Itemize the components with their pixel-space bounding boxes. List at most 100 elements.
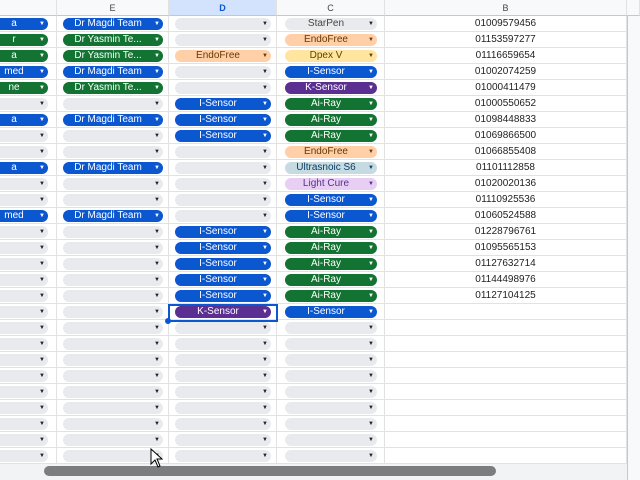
dropdown-chip[interactable]: ▼ — [0, 258, 48, 270]
cell-e[interactable]: ▼ — [57, 288, 169, 304]
cell-f[interactable]: ▼ — [0, 352, 57, 368]
dropdown-arrow-icon[interactable]: ▼ — [368, 34, 374, 46]
dropdown-arrow-icon[interactable]: ▼ — [39, 82, 45, 94]
cell-d[interactable]: ▼ — [169, 448, 277, 464]
cell-c[interactable]: Ai-Ray ▼ — [277, 224, 385, 240]
dropdown-arrow-icon[interactable]: ▼ — [368, 338, 374, 350]
cell-e[interactable]: ▼ — [57, 272, 169, 288]
cell-b[interactable]: 01127104125 — [385, 288, 627, 304]
dropdown-arrow-icon[interactable]: ▼ — [368, 50, 374, 62]
dropdown-chip[interactable]: K-Sensor ▼ — [285, 82, 377, 94]
cell-f[interactable]: ▼ — [0, 368, 57, 384]
cell-d[interactable]: ▼ — [169, 32, 277, 48]
dropdown-chip[interactable]: ▼ — [0, 322, 48, 334]
dropdown-arrow-icon[interactable]: ▼ — [368, 226, 374, 238]
cell-d[interactable]: ▼ — [169, 432, 277, 448]
dropdown-chip[interactable]: ▼ — [175, 34, 271, 46]
cell-b[interactable] — [385, 320, 627, 336]
dropdown-arrow-icon[interactable]: ▼ — [262, 258, 268, 270]
cell-d[interactable]: I-Sensor ▼ — [169, 288, 277, 304]
cell-e[interactable]: Dr Yasmin Te... ▼ — [57, 32, 169, 48]
cell-f[interactable]: a ▼ — [0, 112, 57, 128]
cell-e[interactable]: Dr Magdi Team ▼ — [57, 160, 169, 176]
dropdown-chip[interactable]: ▼ — [0, 338, 48, 350]
dropdown-chip[interactable]: ▼ — [63, 242, 163, 254]
dropdown-arrow-icon[interactable]: ▼ — [154, 370, 160, 382]
dropdown-chip[interactable]: ▼ — [63, 434, 163, 446]
dropdown-chip[interactable]: a ▼ — [0, 18, 48, 30]
dropdown-arrow-icon[interactable]: ▼ — [262, 274, 268, 286]
dropdown-arrow-icon[interactable]: ▼ — [154, 98, 160, 110]
dropdown-arrow-icon[interactable]: ▼ — [262, 50, 268, 62]
dropdown-arrow-icon[interactable]: ▼ — [262, 98, 268, 110]
dropdown-arrow-icon[interactable]: ▼ — [39, 242, 45, 254]
cell-c[interactable]: I-Sensor ▼ — [277, 64, 385, 80]
cell-b[interactable]: 01060524588 — [385, 208, 627, 224]
dropdown-arrow-icon[interactable]: ▼ — [154, 66, 160, 78]
cell-d[interactable]: ▼ — [169, 176, 277, 192]
cell-f[interactable]: a ▼ — [0, 16, 57, 32]
cell-b[interactable]: 01095565153 — [385, 240, 627, 256]
cell-b[interactable]: 01020020136 — [385, 176, 627, 192]
dropdown-chip[interactable]: ▼ — [63, 386, 163, 398]
cell-e[interactable]: ▼ — [57, 304, 169, 320]
cell-e[interactable]: Dr Yasmin Te... ▼ — [57, 48, 169, 64]
dropdown-chip[interactable]: ▼ — [285, 450, 377, 462]
dropdown-chip[interactable]: ▼ — [63, 194, 163, 206]
cell-b[interactable]: 01000411479 — [385, 80, 627, 96]
dropdown-arrow-icon[interactable]: ▼ — [154, 434, 160, 446]
dropdown-chip[interactable]: ▼ — [0, 354, 48, 366]
dropdown-chip[interactable]: ▼ — [175, 370, 271, 382]
cell-c[interactable]: K-Sensor ▼ — [277, 80, 385, 96]
dropdown-arrow-icon[interactable]: ▼ — [262, 162, 268, 174]
dropdown-chip[interactable]: ▼ — [0, 242, 48, 254]
cell-b[interactable] — [385, 352, 627, 368]
cell-b[interactable]: 01002074259 — [385, 64, 627, 80]
dropdown-chip[interactable]: ▼ — [63, 178, 163, 190]
dropdown-chip[interactable]: I-Sensor ▼ — [285, 306, 377, 318]
cell-f[interactable]: ▼ — [0, 432, 57, 448]
dropdown-chip[interactable]: ▼ — [0, 194, 48, 206]
cell-b[interactable]: 01153597277 — [385, 32, 627, 48]
cell-e[interactable]: ▼ — [57, 400, 169, 416]
dropdown-chip[interactable]: ▼ — [63, 354, 163, 366]
dropdown-arrow-icon[interactable]: ▼ — [368, 194, 374, 206]
dropdown-arrow-icon[interactable]: ▼ — [154, 18, 160, 30]
dropdown-arrow-icon[interactable]: ▼ — [262, 242, 268, 254]
cell-b[interactable]: 01009579456 — [385, 16, 627, 32]
dropdown-arrow-icon[interactable]: ▼ — [368, 370, 374, 382]
dropdown-arrow-icon[interactable]: ▼ — [262, 402, 268, 414]
dropdown-chip[interactable]: ▼ — [63, 322, 163, 334]
dropdown-arrow-icon[interactable]: ▼ — [262, 18, 268, 30]
cell-f[interactable]: ne ▼ — [0, 80, 57, 96]
cell-f[interactable]: ▼ — [0, 240, 57, 256]
dropdown-chip[interactable]: ▼ — [63, 402, 163, 414]
dropdown-arrow-icon[interactable]: ▼ — [39, 194, 45, 206]
cell-b[interactable] — [385, 336, 627, 352]
dropdown-chip[interactable]: I-Sensor ▼ — [175, 274, 271, 286]
cell-f[interactable]: med ▼ — [0, 208, 57, 224]
cell-d[interactable]: I-Sensor ▼ — [169, 240, 277, 256]
dropdown-arrow-icon[interactable]: ▼ — [154, 290, 160, 302]
dropdown-arrow-icon[interactable]: ▼ — [262, 178, 268, 190]
dropdown-arrow-icon[interactable]: ▼ — [262, 194, 268, 206]
cell-c[interactable]: StarPen ▼ — [277, 16, 385, 32]
dropdown-chip[interactable]: ▼ — [175, 18, 271, 30]
dropdown-arrow-icon[interactable]: ▼ — [154, 354, 160, 366]
dropdown-arrow-icon[interactable]: ▼ — [262, 290, 268, 302]
dropdown-arrow-icon[interactable]: ▼ — [368, 130, 374, 142]
cell-e[interactable]: ▼ — [57, 336, 169, 352]
cell-b[interactable]: 01110925536 — [385, 192, 627, 208]
dropdown-chip[interactable]: Dr Magdi Team ▼ — [63, 66, 163, 78]
dropdown-arrow-icon[interactable]: ▼ — [368, 306, 374, 318]
cell-d[interactable]: I-Sensor ▼ — [169, 272, 277, 288]
dropdown-arrow-icon[interactable]: ▼ — [39, 50, 45, 62]
dropdown-chip[interactable]: Ai-Ray ▼ — [285, 274, 377, 286]
cell-c[interactable]: Ultrasnoic S6 ▼ — [277, 160, 385, 176]
dropdown-arrow-icon[interactable]: ▼ — [262, 210, 268, 222]
dropdown-chip[interactable]: I-Sensor ▼ — [175, 290, 271, 302]
cell-f[interactable]: a ▼ — [0, 160, 57, 176]
horizontal-scrollbar-thumb[interactable] — [44, 466, 496, 476]
dropdown-chip[interactable]: ▼ — [175, 66, 271, 78]
dropdown-chip[interactable]: ▼ — [63, 258, 163, 270]
